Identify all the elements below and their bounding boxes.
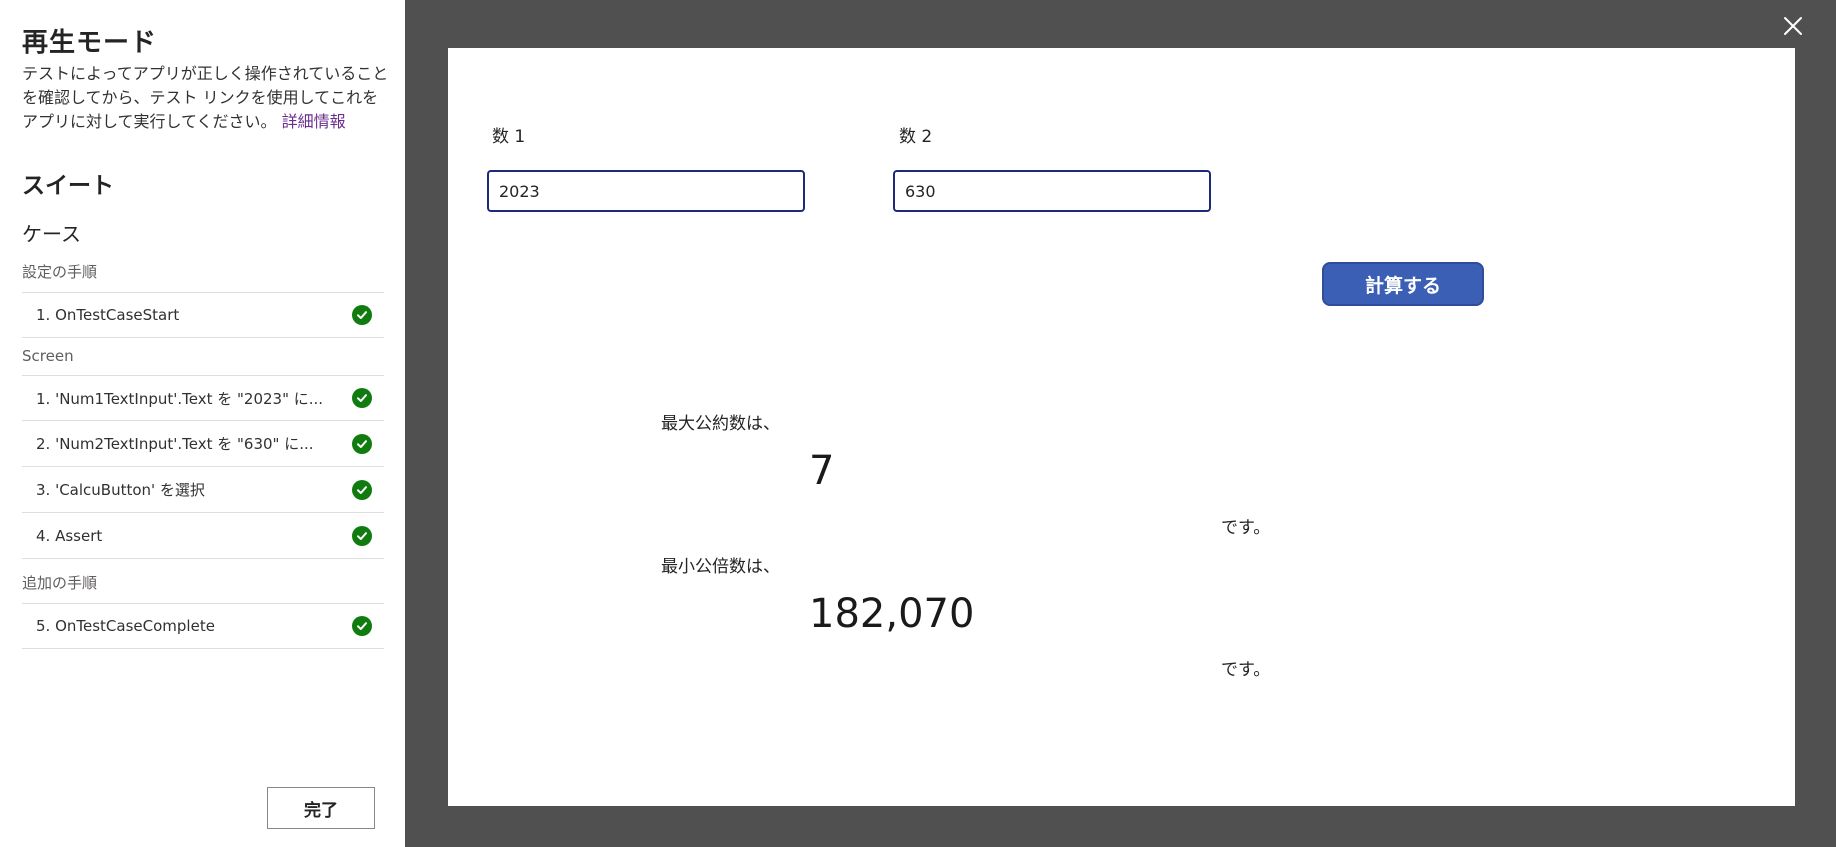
checkmark-circle-icon bbox=[352, 479, 372, 500]
step-text: 1. OnTestCaseStart bbox=[36, 306, 180, 324]
panel-title: 再生モード bbox=[22, 28, 158, 58]
checkmark-circle-icon bbox=[352, 433, 372, 454]
panel-description: テストによってアプリが正しく操作されていることを確認してから、テスト リンクを使… bbox=[22, 62, 394, 134]
checkmark-circle-icon bbox=[352, 525, 372, 546]
lcm-label: 最小公倍数は、 bbox=[661, 557, 780, 577]
gcd-label: 最大公約数は、 bbox=[661, 414, 780, 434]
step-row-setup-1[interactable]: 1. OnTestCaseStart bbox=[22, 292, 384, 338]
lcm-value: 182,070 bbox=[809, 591, 975, 637]
step-row-screen-3[interactable]: 3. 'CalcuButton' を選択 bbox=[22, 467, 384, 513]
lcm-suffix: です。 bbox=[1221, 660, 1271, 680]
checkmark-circle-icon bbox=[352, 305, 372, 325]
close-icon[interactable] bbox=[1779, 12, 1807, 40]
num1-text-input[interactable] bbox=[487, 170, 805, 212]
test-panel: 再生モード テストによってアプリが正しく操作されていることを確認してから、テスト… bbox=[0, 0, 405, 847]
step-row-screen-4[interactable]: 4. Assert bbox=[22, 513, 384, 559]
more-info-link[interactable]: 詳細情報 bbox=[282, 112, 346, 131]
step-text: 4. Assert bbox=[36, 526, 103, 545]
additional-steps-label: 追加の手順 bbox=[22, 574, 98, 592]
checkmark-circle-icon bbox=[352, 616, 372, 636]
case-title: ケース bbox=[22, 222, 81, 246]
num2-text-input[interactable] bbox=[893, 170, 1211, 212]
suite-title: スイート bbox=[22, 173, 114, 199]
gcd-value: 7 bbox=[809, 448, 835, 494]
step-row-additional-5[interactable]: 5. OnTestCaseComplete bbox=[22, 603, 384, 649]
step-text: 1. 'Num1TextInput'.Text を "2023" に... bbox=[36, 389, 324, 408]
step-text: 2. 'Num2TextInput'.Text を "630" に... bbox=[36, 435, 314, 453]
screen-steps-label: Screen bbox=[22, 347, 74, 365]
num2-label: 数 2 bbox=[899, 127, 933, 147]
step-row-screen-1[interactable]: 1. 'Num1TextInput'.Text を "2023" に... bbox=[22, 375, 384, 421]
app-canvas: 数 1 数 2 計算する 最大公約数は、 7 です。 最小公倍数は、 182,0… bbox=[448, 48, 1795, 806]
step-row-screen-2[interactable]: 2. 'Num2TextInput'.Text を "630" に... bbox=[22, 421, 384, 467]
checkmark-circle-icon bbox=[352, 388, 372, 408]
done-button[interactable]: 完了 bbox=[267, 787, 375, 829]
gcd-suffix: です。 bbox=[1221, 518, 1271, 538]
num1-label: 数 1 bbox=[492, 127, 526, 147]
calculate-button[interactable]: 計算する bbox=[1322, 262, 1484, 306]
step-text: 3. 'CalcuButton' を選択 bbox=[36, 481, 205, 499]
setup-steps-label: 設定の手順 bbox=[22, 263, 98, 281]
step-text: 5. OnTestCaseComplete bbox=[36, 617, 215, 635]
